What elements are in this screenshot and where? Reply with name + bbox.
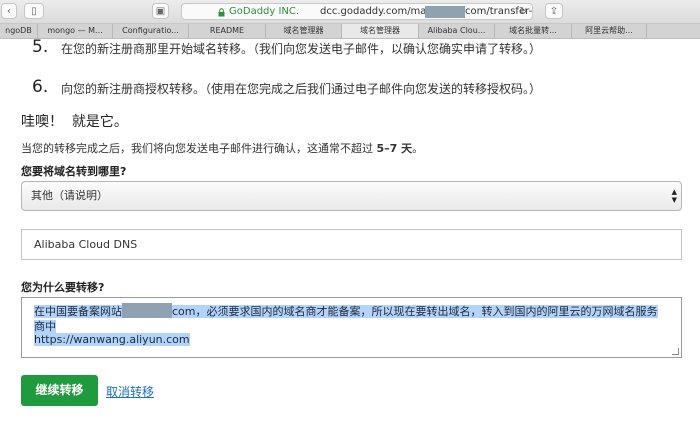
tab[interactable]: Alibaba Clou... [419,24,495,38]
tab[interactable]: README [189,24,266,38]
other-registrar-input[interactable]: Alibaba Cloud DNS [21,229,682,260]
address-bar[interactable]: GoDaddy INC. dcc.godaddy.com/manage/ com… [181,3,533,20]
cancel-transfer-link[interactable]: 取消转移 [106,383,154,400]
destination-label: 您要将域名转到哪里? [21,165,127,178]
share-icon[interactable]: ⇪ [545,3,563,19]
lock-icon [218,7,225,19]
info-days: 5–7 天 [376,142,413,155]
reason-line-2: 商中 [34,320,56,333]
tab[interactable]: 域名批量转... [495,24,572,38]
secure-site-label: GoDaddy INC. [229,6,300,17]
tab[interactable]: Configuratio... [113,24,189,38]
resize-handle-icon[interactable] [672,348,679,355]
tab-active[interactable]: 域名管理器 [342,24,419,38]
tab[interactable]: 阿里云帮助... [572,24,647,38]
redacted-block [122,303,172,318]
reason-line-3: https://wanwang.aliyun.com [34,333,190,346]
sidebar-toggle-icon[interactable]: ▯ [24,3,44,19]
continue-transfer-button[interactable]: 继续转移 [21,375,98,406]
reader-icon[interactable]: ▣ [152,3,169,19]
confirmation-info: 当您的转移完成之后，我们将向您发送电子邮件进行确认，这通常不超过 5–7 天。 [21,140,423,156]
tab[interactable]: ngoDB [0,24,38,38]
destination-selected-value: 其他（请说明） [31,189,108,202]
tab[interactable]: 域名管理器 [266,24,342,38]
destination-select[interactable]: 其他（请说明） ▲ ▼ [21,181,682,211]
browser-toolbar: ‹ ▯ ▣ GoDaddy INC. dcc.godaddy.com/manag… [0,0,700,24]
completion-heading: 哇噢！ 就是它。 [21,114,128,130]
step-text: 向您的新注册商授权转移。（使用在您完成之后我们通过电子邮件向您发送的转移授权码。… [61,82,542,96]
reason-textarea[interactable]: 在中国要备案网站 com，必须要求国内的域名商才能备案，所以现在要转出域名，转入到… [21,297,682,358]
select-arrows-icon: ▲ ▼ [671,188,677,204]
step-number: 5. [32,37,49,57]
back-button[interactable]: ‹ [1,3,17,19]
step-number: 6. [32,77,49,97]
step-text: 在您的新注册商那里开始域名转移。（我们向您发送电子邮件，以确认您确实申请了转移。… [61,42,542,56]
reason-label: 您为什么要转移? [21,281,105,294]
tab[interactable]: mongo — M... [38,24,113,38]
tab-strip: ngoDB mongo — M... Configuratio... READM… [0,24,700,39]
reload-icon[interactable]: ↻ [519,4,527,19]
redacted-block [425,6,465,18]
info-end: 。 [412,142,424,155]
reason-line-1: 在中国要备案网站 [34,305,122,318]
reason-line-1-tail: com，必须要求国内的域名商才能备案，所以现在要转出域名，转入到国内的阿里云的万… [172,305,658,318]
info-text: 当您的转移完成之后，我们将向您发送电子邮件进行确认，这通常不超过 [21,142,377,155]
